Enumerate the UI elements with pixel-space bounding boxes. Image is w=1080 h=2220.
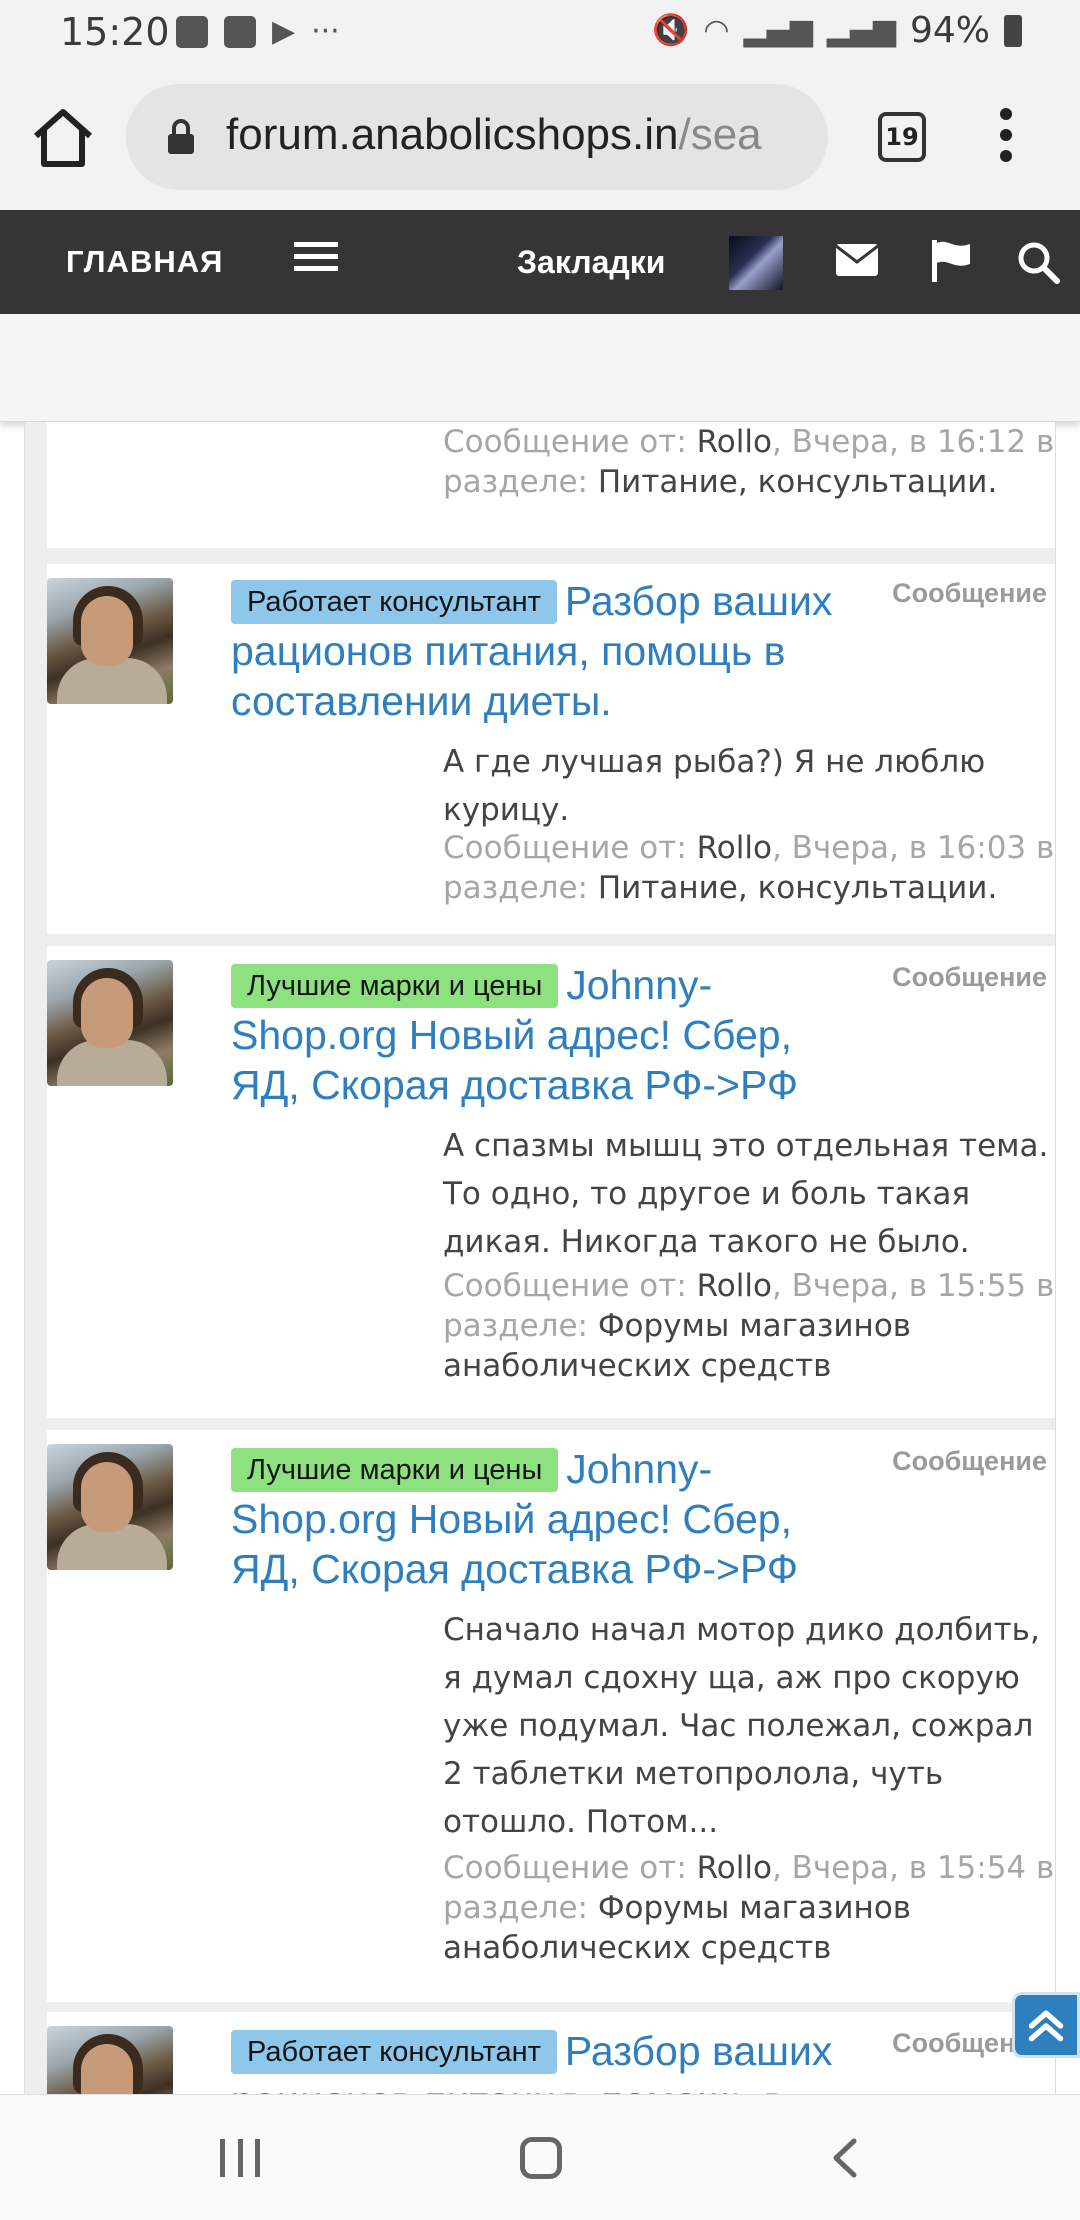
author-avatar[interactable] <box>47 578 173 704</box>
browser-toolbar: forum.anabolicshops.in/sea 19 <box>0 64 1080 210</box>
music-icon <box>224 15 256 48</box>
flag-icon[interactable] <box>930 240 972 282</box>
notification-icons: ▶ ··· <box>176 14 340 49</box>
play-store-icon: ▶ <box>272 14 296 49</box>
result-meta: Сообщение от: Rollo, Вчера, в 15:55 в ра… <box>443 1268 1055 1384</box>
search-result: Лучшие марки и цены Johnny-Shop.org Новый… <box>47 1430 1055 2002</box>
double-chevron-up-icon <box>1028 2010 1064 2042</box>
recents-icon[interactable] <box>220 2139 260 2177</box>
author-avatar[interactable] <box>47 960 173 1086</box>
search-result: Работает консультантРазбор ваших рационо… <box>47 564 1055 934</box>
result-type: Сообщение <box>892 578 1047 608</box>
result-section[interactable]: Питание, консультации. <box>598 464 997 500</box>
home-button-icon[interactable] <box>520 2137 562 2179</box>
status-bar: 15:20 ▶ ··· 🔇 ◠ ▂▄▆ ▂▄▆ 94% <box>0 0 1080 64</box>
system-icons: 🔇 ◠ ▂▄▆ ▂▄▆ 94% <box>652 10 1022 51</box>
url-path: /sea <box>678 110 762 159</box>
search-icon[interactable] <box>1016 240 1060 284</box>
thread-prefix-badge[interactable]: Работает консультант <box>231 580 557 624</box>
forum-nav: ГЛАВНАЯ Закладки <box>0 210 1080 314</box>
wifi-icon: ◠ <box>703 13 730 48</box>
user-avatar[interactable] <box>729 236 783 290</box>
result-title-link[interactable]: Лучшие марки и цены Johnny-Shop.org Новый… <box>231 1444 871 1594</box>
menu-icon[interactable] <box>294 242 338 272</box>
result-snippet: Сначало начал мотор дико долбить, я дума… <box>443 1612 1040 1840</box>
url-domain: forum.anabolicshops.in <box>226 110 679 159</box>
image-icon <box>176 15 208 48</box>
result-snippet: А где лучшая рыба?) Я не люблю курицу. <box>443 744 986 828</box>
search-results: Сообщение от: Rollo, Вчера, в 16:12 в ра… <box>24 422 1056 2094</box>
result-type: Сообщение <box>892 1446 1047 1476</box>
thread-prefix-badge[interactable]: Лучшие марки и цены <box>231 1448 559 1492</box>
home-icon[interactable] <box>30 104 96 170</box>
author-avatar[interactable] <box>47 2026 173 2094</box>
result-title-link[interactable]: Лучшие марки и цены Johnny-Shop.org Новый… <box>231 960 871 1110</box>
search-result: Работает консультантРазбор ваших рационо… <box>47 2012 1055 2094</box>
url-bar[interactable]: forum.anabolicshops.in/sea <box>126 84 828 190</box>
result-type: Сообщение <box>892 962 1047 992</box>
result-author[interactable]: Rollo <box>697 1268 772 1304</box>
thread-prefix-badge[interactable]: Работает консультант <box>231 2030 557 2074</box>
result-snippet: А спазмы мышц это отдельная тема. То одн… <box>443 1128 1049 1260</box>
more-notifications: ··· <box>311 14 340 49</box>
lock-icon <box>168 119 194 154</box>
result-author[interactable]: Rollo <box>697 1850 772 1886</box>
result-meta: Сообщение от: Rollo, Вчера, в 16:12 в ра… <box>443 424 1055 500</box>
tab-switcher-button[interactable]: 19 <box>878 112 926 162</box>
result-author[interactable]: Rollo <box>697 830 772 866</box>
url-text: forum.anabolicshops.in/sea <box>226 110 762 160</box>
scroll-to-top-button[interactable] <box>1012 1992 1080 2058</box>
mail-icon[interactable] <box>836 244 878 276</box>
result-title-link[interactable]: Работает консультантРазбор ваших рационо… <box>231 2026 871 2094</box>
sub-navigation <box>0 314 1080 422</box>
battery-percent: 94% <box>909 10 990 51</box>
signal-icon: ▂▄▆ <box>826 13 896 48</box>
nav-bookmarks-link[interactable]: Закладки <box>517 244 665 281</box>
search-result: Лучшие марки и цены Johnny-Shop.org Новый… <box>47 946 1055 1418</box>
result-meta: Сообщение от: Rollo, Вчера, в 15:54 в ра… <box>443 1850 1055 1966</box>
search-result: Сообщение от: Rollo, Вчера, в 16:12 в ра… <box>47 422 1055 548</box>
nav-home-link[interactable]: ГЛАВНАЯ <box>66 244 223 280</box>
result-title-link[interactable]: Работает консультантРазбор ваших рационо… <box>231 576 871 726</box>
back-icon[interactable] <box>826 2137 866 2179</box>
mute-icon: 🔇 <box>652 13 690 48</box>
result-meta: Сообщение от: Rollo, Вчера, в 16:03 в ра… <box>443 830 1055 906</box>
thread-prefix-badge[interactable]: Лучшие марки и цены <box>231 964 559 1008</box>
result-author[interactable]: Rollo <box>697 424 772 460</box>
signal-icon: ▂▄▆ <box>743 13 813 48</box>
result-section[interactable]: Питание, консультации. <box>598 870 997 906</box>
browser-menu-icon[interactable] <box>996 108 1016 168</box>
author-avatar[interactable] <box>47 1444 173 1570</box>
system-nav-bar <box>0 2094 1080 2220</box>
status-time: 15:20 <box>60 10 170 54</box>
battery-icon <box>1004 14 1022 47</box>
